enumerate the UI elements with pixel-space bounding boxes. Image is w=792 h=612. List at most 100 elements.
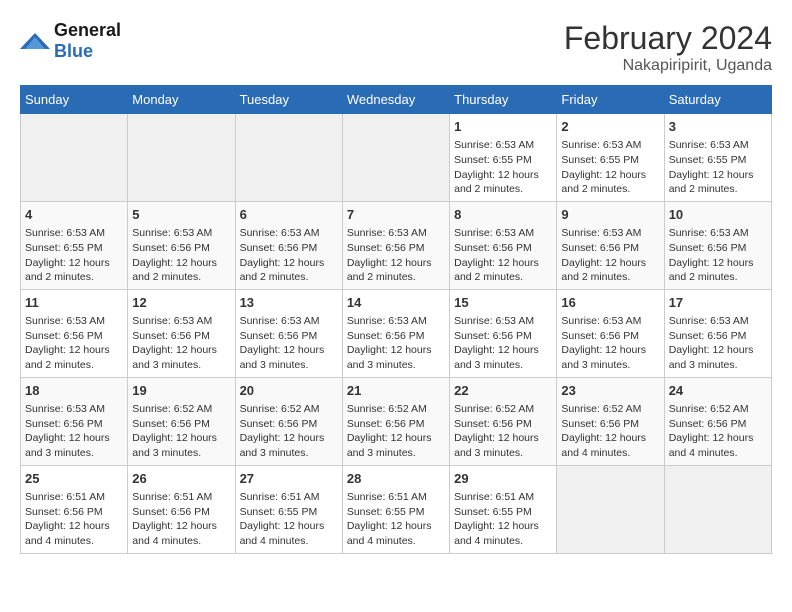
- day-number: 22: [454, 382, 552, 400]
- day-number: 3: [669, 118, 767, 136]
- calendar-cell: 21 Sunrise: 6:52 AM Sunset: 6:56 PM Dayli…: [342, 377, 449, 465]
- calendar-cell: 27 Sunrise: 6:51 AM Sunset: 6:55 PM Dayli…: [235, 465, 342, 553]
- calendar-cell: 3Sunrise: 6:53 AM Sunset: 6:55 PM Daylig…: [664, 114, 771, 202]
- day-info: Sunrise: 6:53 AM Sunset: 6:55 PM Dayligh…: [454, 138, 552, 197]
- header-row: SundayMondayTuesdayWednesdayThursdayFrid…: [21, 86, 772, 114]
- day-info: Sunrise: 6:51 AM Sunset: 6:55 PM Dayligh…: [454, 490, 552, 549]
- day-number: 28: [347, 470, 445, 488]
- day-info: Sunrise: 6:53 AM Sunset: 6:56 PM Dayligh…: [454, 226, 552, 285]
- calendar-cell: 5 Sunrise: 6:53 AM Sunset: 6:56 PM Daylig…: [128, 201, 235, 289]
- calendar-cell: 16 Sunrise: 6:53 AM Sunset: 6:56 PM Dayli…: [557, 289, 664, 377]
- day-info: Sunrise: 6:51 AM Sunset: 6:55 PM Dayligh…: [347, 490, 445, 549]
- day-number: 23: [561, 382, 659, 400]
- day-info: Sunrise: 6:51 AM Sunset: 6:56 PM Dayligh…: [25, 490, 123, 549]
- day-info: Sunrise: 6:53 AM Sunset: 6:56 PM Dayligh…: [240, 314, 338, 373]
- day-number: 5: [132, 206, 230, 224]
- calendar-cell: 4 Sunrise: 6:53 AM Sunset: 6:55 PM Daylig…: [21, 201, 128, 289]
- calendar-cell: 26 Sunrise: 6:51 AM Sunset: 6:56 PM Dayli…: [128, 465, 235, 553]
- day-info: Sunrise: 6:53 AM Sunset: 6:55 PM Dayligh…: [25, 226, 123, 285]
- day-info: Sunrise: 6:53 AM Sunset: 6:56 PM Dayligh…: [132, 226, 230, 285]
- calendar-cell: 6 Sunrise: 6:53 AM Sunset: 6:56 PM Daylig…: [235, 201, 342, 289]
- calendar-cell: [342, 114, 449, 202]
- calendar-cell: 18 Sunrise: 6:53 AM Sunset: 6:56 PM Dayli…: [21, 377, 128, 465]
- col-header-wednesday: Wednesday: [342, 86, 449, 114]
- calendar-cell: 9Sunrise: 6:53 AM Sunset: 6:56 PM Daylig…: [557, 201, 664, 289]
- day-info: Sunrise: 6:53 AM Sunset: 6:55 PM Dayligh…: [561, 138, 659, 197]
- col-header-friday: Friday: [557, 86, 664, 114]
- calendar-cell: 17 Sunrise: 6:53 AM Sunset: 6:56 PM Dayli…: [664, 289, 771, 377]
- day-info: Sunrise: 6:53 AM Sunset: 6:56 PM Dayligh…: [561, 314, 659, 373]
- col-header-tuesday: Tuesday: [235, 86, 342, 114]
- calendar-cell: 13 Sunrise: 6:53 AM Sunset: 6:56 PM Dayli…: [235, 289, 342, 377]
- day-number: 11: [25, 294, 123, 312]
- calendar-table: SundayMondayTuesdayWednesdayThursdayFrid…: [20, 85, 772, 554]
- calendar-cell: 1 Sunrise: 6:53 AM Sunset: 6:55 PM Daylig…: [450, 114, 557, 202]
- calendar-cell: 10Sunrise: 6:53 AM Sunset: 6:56 PM Dayli…: [664, 201, 771, 289]
- logo-text: General Blue: [54, 20, 121, 61]
- calendar-cell: 29 Sunrise: 6:51 AM Sunset: 6:55 PM Dayli…: [450, 465, 557, 553]
- day-number: 1: [454, 118, 552, 136]
- col-header-sunday: Sunday: [21, 86, 128, 114]
- day-info: Sunrise: 6:52 AM Sunset: 6:56 PM Dayligh…: [347, 402, 445, 461]
- calendar-cell: 7 Sunrise: 6:53 AM Sunset: 6:56 PM Daylig…: [342, 201, 449, 289]
- day-info: Sunrise: 6:52 AM Sunset: 6:56 PM Dayligh…: [669, 402, 767, 461]
- calendar-cell: 28 Sunrise: 6:51 AM Sunset: 6:55 PM Dayli…: [342, 465, 449, 553]
- day-info: Sunrise: 6:52 AM Sunset: 6:56 PM Dayligh…: [132, 402, 230, 461]
- day-number: 4: [25, 206, 123, 224]
- col-header-monday: Monday: [128, 86, 235, 114]
- week-row-2: 4 Sunrise: 6:53 AM Sunset: 6:55 PM Daylig…: [21, 201, 772, 289]
- calendar-cell: [664, 465, 771, 553]
- day-number: 16: [561, 294, 659, 312]
- day-number: 6: [240, 206, 338, 224]
- day-number: 27: [240, 470, 338, 488]
- week-row-5: 25Sunrise: 6:51 AM Sunset: 6:56 PM Dayli…: [21, 465, 772, 553]
- day-info: Sunrise: 6:52 AM Sunset: 6:56 PM Dayligh…: [561, 402, 659, 461]
- day-number: 24: [669, 382, 767, 400]
- calendar-cell: 11Sunrise: 6:53 AM Sunset: 6:56 PM Dayli…: [21, 289, 128, 377]
- day-info: Sunrise: 6:53 AM Sunset: 6:56 PM Dayligh…: [561, 226, 659, 285]
- week-row-4: 18 Sunrise: 6:53 AM Sunset: 6:56 PM Dayli…: [21, 377, 772, 465]
- day-number: 14: [347, 294, 445, 312]
- calendar-cell: 14 Sunrise: 6:53 AM Sunset: 6:56 PM Dayli…: [342, 289, 449, 377]
- day-info: Sunrise: 6:53 AM Sunset: 6:56 PM Dayligh…: [669, 314, 767, 373]
- day-info: Sunrise: 6:53 AM Sunset: 6:56 PM Dayligh…: [347, 314, 445, 373]
- col-header-thursday: Thursday: [450, 86, 557, 114]
- day-info: Sunrise: 6:51 AM Sunset: 6:56 PM Dayligh…: [132, 490, 230, 549]
- calendar-cell: [128, 114, 235, 202]
- day-number: 17: [669, 294, 767, 312]
- day-number: 21: [347, 382, 445, 400]
- month-year: February 2024: [564, 20, 772, 57]
- day-info: Sunrise: 6:53 AM Sunset: 6:56 PM Dayligh…: [347, 226, 445, 285]
- calendar-cell: 12Sunrise: 6:53 AM Sunset: 6:56 PM Dayli…: [128, 289, 235, 377]
- calendar-cell: [235, 114, 342, 202]
- day-info: Sunrise: 6:51 AM Sunset: 6:55 PM Dayligh…: [240, 490, 338, 549]
- calendar-cell: 20Sunrise: 6:52 AM Sunset: 6:56 PM Dayli…: [235, 377, 342, 465]
- day-info: Sunrise: 6:52 AM Sunset: 6:56 PM Dayligh…: [454, 402, 552, 461]
- calendar-cell: 23 Sunrise: 6:52 AM Sunset: 6:56 PM Dayli…: [557, 377, 664, 465]
- col-header-saturday: Saturday: [664, 86, 771, 114]
- day-number: 18: [25, 382, 123, 400]
- week-row-1: 1 Sunrise: 6:53 AM Sunset: 6:55 PM Daylig…: [21, 114, 772, 202]
- day-info: Sunrise: 6:53 AM Sunset: 6:56 PM Dayligh…: [25, 402, 123, 461]
- calendar-cell: 22 Sunrise: 6:52 AM Sunset: 6:56 PM Dayli…: [450, 377, 557, 465]
- day-number: 12: [132, 294, 230, 312]
- calendar-cell: 24 Sunrise: 6:52 AM Sunset: 6:56 PM Dayli…: [664, 377, 771, 465]
- day-info: Sunrise: 6:53 AM Sunset: 6:56 PM Dayligh…: [240, 226, 338, 285]
- day-number: 20: [240, 382, 338, 400]
- day-number: 19: [132, 382, 230, 400]
- calendar-cell: 25Sunrise: 6:51 AM Sunset: 6:56 PM Dayli…: [21, 465, 128, 553]
- day-number: 7: [347, 206, 445, 224]
- calendar-cell: [21, 114, 128, 202]
- calendar-cell: 15Sunrise: 6:53 AM Sunset: 6:56 PM Dayli…: [450, 289, 557, 377]
- title-block: February 2024 Nakapiripirit, Uganda: [564, 20, 772, 75]
- day-number: 26: [132, 470, 230, 488]
- day-number: 8: [454, 206, 552, 224]
- page-header: General Blue February 2024 Nakapiripirit…: [20, 20, 772, 75]
- day-number: 29: [454, 470, 552, 488]
- day-number: 13: [240, 294, 338, 312]
- calendar-cell: [557, 465, 664, 553]
- calendar-cell: 19 Sunrise: 6:52 AM Sunset: 6:56 PM Dayli…: [128, 377, 235, 465]
- day-number: 2: [561, 118, 659, 136]
- day-info: Sunrise: 6:53 AM Sunset: 6:56 PM Dayligh…: [669, 226, 767, 285]
- day-info: Sunrise: 6:53 AM Sunset: 6:56 PM Dayligh…: [454, 314, 552, 373]
